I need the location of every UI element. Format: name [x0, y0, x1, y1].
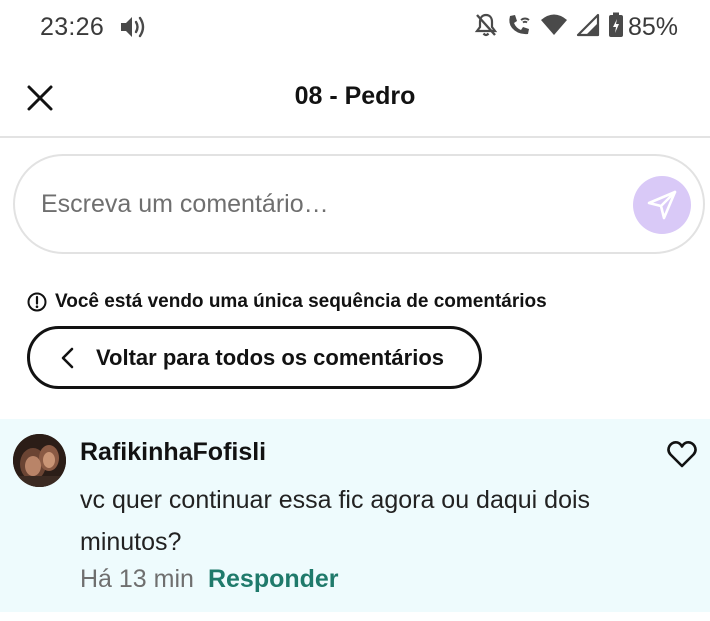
like-button[interactable]	[666, 439, 698, 469]
send-icon	[647, 190, 677, 220]
status-time: 23:26	[40, 13, 105, 41]
back-button-label: Voltar para todos os comentários	[96, 344, 445, 370]
heart-outline-icon	[667, 441, 697, 468]
comment-time: Há 13 min	[80, 565, 194, 593]
battery-percent: 85%	[627, 12, 678, 41]
thread-notice: Você está vendo uma única sequência de c…	[27, 290, 547, 314]
wifi-icon	[540, 13, 568, 42]
cellular-signal-icon	[576, 13, 600, 42]
send-button[interactable]	[633, 176, 691, 234]
comment-input-box	[13, 154, 705, 254]
status-bar: 23:26 85%	[0, 0, 710, 56]
volume-icon	[119, 14, 147, 40]
comment-author[interactable]: RafikinhaFofisli	[80, 438, 266, 467]
page-title: 08 - Pedro	[294, 82, 416, 110]
avatar[interactable]	[13, 434, 66, 487]
chevron-left-icon	[61, 347, 74, 368]
notifications-off-icon	[474, 12, 498, 43]
reply-button[interactable]: Responder	[208, 565, 339, 594]
comment-meta: Há 13 min Responder	[80, 565, 339, 594]
back-to-all-comments-button[interactable]: Voltar para todos os comentários	[27, 326, 482, 389]
battery-charging-icon	[608, 12, 624, 43]
thread-notice-text: Você está vendo uma única sequência de c…	[55, 291, 547, 312]
info-icon	[27, 292, 47, 312]
comment-text: vc quer continuar essa fic agora ou daqu…	[80, 486, 591, 556]
status-icons: 85%	[466, 12, 678, 42]
comment-item: RafikinhaFofisli vc quer continuar essa …	[0, 419, 710, 612]
header: 08 - Pedro	[0, 56, 710, 138]
wifi-calling-icon	[506, 12, 532, 43]
comment-input[interactable]	[41, 182, 601, 226]
